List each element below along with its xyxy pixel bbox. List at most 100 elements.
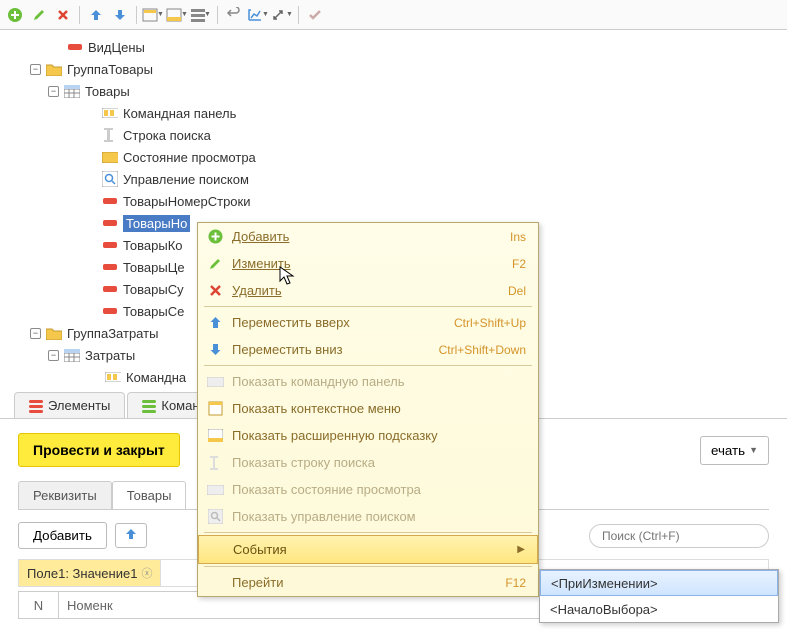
menu-show-hint[interactable]: Показать расширенную подсказку: [198, 422, 538, 449]
move-down-button[interactable]: [109, 4, 131, 26]
close-icon[interactable]: ⓧ: [141, 565, 152, 581]
add-button[interactable]: [4, 4, 26, 26]
tab-goods[interactable]: Товары: [112, 481, 187, 509]
field-icon: [67, 39, 83, 55]
arrow-up-icon: [204, 315, 226, 330]
tab-label: Элементы: [48, 398, 110, 413]
cmdpanel-icon: [204, 377, 226, 387]
tree-label: ТоварыСе: [123, 304, 184, 319]
events-submenu: <ПриИзменении> <НачалоВыбора>: [539, 569, 779, 623]
menu-show-cmdpanel[interactable]: Показать командную панель: [198, 368, 538, 395]
cmdpanel-icon: [102, 105, 118, 121]
move-up-button[interactable]: [85, 4, 107, 26]
undo-icon[interactable]: [223, 4, 245, 26]
tree-label: ТоварыНо: [123, 215, 190, 232]
graph-icon[interactable]: ▼: [247, 4, 269, 26]
tree-item[interactable]: Товары: [30, 80, 787, 102]
viewstate-icon: [204, 485, 226, 495]
tab-elements[interactable]: Элементы: [14, 392, 125, 418]
separator: [79, 6, 80, 24]
arrow-down-icon: [204, 342, 226, 357]
tree-label: Строка поиска: [123, 128, 211, 143]
search-icon: [102, 171, 118, 187]
tree-label: ТоварыЦе: [123, 260, 185, 275]
menu-events[interactable]: События▶: [198, 535, 538, 564]
tree-item[interactable]: ГруппаТовары: [30, 58, 787, 80]
move-up-button[interactable]: [115, 523, 147, 548]
list-button[interactable]: ▼: [190, 4, 212, 26]
separator: [217, 6, 218, 24]
window-button[interactable]: ▼: [166, 4, 188, 26]
tab-label: Коман: [161, 398, 199, 413]
menu-separator: [204, 566, 532, 567]
tree-item[interactable]: ТоварыНомерСтроки: [30, 190, 787, 212]
menu-show-searchline[interactable]: Показать строку поиска: [198, 449, 538, 476]
tree-label: Товары: [85, 84, 130, 99]
edit-button[interactable]: [28, 4, 50, 26]
field-icon: [102, 259, 118, 275]
tree-label: ТоварыСу: [123, 282, 184, 297]
tree-label: Управление поиском: [123, 172, 249, 187]
field-icon: [102, 237, 118, 253]
tree-label: ВидЦены: [88, 40, 145, 55]
tree-item[interactable]: ВидЦены: [30, 36, 787, 58]
context-menu: ДобавитьIns ИзменитьF2 УдалитьDel Переме…: [197, 222, 539, 597]
field-icon: [102, 193, 118, 209]
menu-move-up[interactable]: Переместить вверхCtrl+Shift+Up: [198, 309, 538, 336]
print-button[interactable]: ечать▼: [700, 436, 769, 465]
tree-item[interactable]: Состояние просмотра: [30, 146, 787, 168]
tree-item[interactable]: Управление поиском: [30, 168, 787, 190]
ctxmenu-icon: [204, 401, 226, 416]
hint-icon: [204, 429, 226, 442]
tree-item[interactable]: Командная панель: [30, 102, 787, 124]
separator: [136, 6, 137, 24]
submenu-onchange[interactable]: <ПриИзменении>: [540, 570, 778, 596]
submenu-onstartchoice[interactable]: <НачалоВыбора>: [540, 596, 778, 622]
search-input[interactable]: [589, 524, 769, 548]
main-toolbar: ▼ ▼ ▼ ▼ ▼: [0, 0, 787, 30]
edit-icon: [204, 256, 226, 271]
collapse-icon[interactable]: [48, 86, 59, 97]
expand-icon[interactable]: ▼: [271, 4, 293, 26]
cmdpanel-button[interactable]: ▼: [142, 4, 164, 26]
viewstate-icon: [102, 149, 118, 165]
collapse-icon[interactable]: [30, 64, 41, 75]
textline-icon: [204, 456, 226, 470]
folder-icon: [46, 325, 62, 341]
elements-icon: [29, 399, 43, 413]
chevron-right-icon: ▶: [517, 544, 525, 555]
add-row-button[interactable]: Добавить: [18, 522, 107, 549]
field-icon: [102, 281, 118, 297]
tree-label: ГруппаЗатраты: [67, 326, 158, 341]
delete-button[interactable]: [52, 4, 74, 26]
menu-edit[interactable]: ИзменитьF2: [198, 250, 538, 277]
collapse-icon[interactable]: [30, 328, 41, 339]
field-icon: [102, 215, 118, 231]
menu-show-viewstate[interactable]: Показать состояние просмотра: [198, 476, 538, 503]
collapse-icon[interactable]: [48, 350, 59, 361]
menu-goto[interactable]: ПерейтиF12: [198, 569, 538, 596]
search-icon: [204, 509, 226, 524]
tree-label: Затраты: [85, 348, 135, 363]
conduct-close-button[interactable]: Провести и закрыт: [18, 433, 180, 467]
check-icon[interactable]: [304, 4, 326, 26]
tree-label: ГруппаТовары: [67, 62, 153, 77]
folder-icon: [46, 61, 62, 77]
col-n[interactable]: N: [19, 592, 59, 618]
tree-item[interactable]: Строка поиска: [30, 124, 787, 146]
menu-move-down[interactable]: Переместить внизCtrl+Shift+Down: [198, 336, 538, 363]
tree-label: ТоварыКо: [123, 238, 183, 253]
menu-separator: [204, 532, 532, 533]
separator: [298, 6, 299, 24]
tree-label: Состояние просмотра: [123, 150, 256, 165]
table-icon: [64, 83, 80, 99]
menu-show-context[interactable]: Показать контекстное меню: [198, 395, 538, 422]
tab-requisites[interactable]: Реквизиты: [18, 481, 112, 509]
menu-show-searchmgmt[interactable]: Показать управление поиском: [198, 503, 538, 530]
menu-separator: [204, 365, 532, 366]
menu-add[interactable]: ДобавитьIns: [198, 223, 538, 250]
field-icon: [102, 303, 118, 319]
menu-delete[interactable]: УдалитьDel: [198, 277, 538, 304]
menu-separator: [204, 306, 532, 307]
filter-chip[interactable]: Поле1: Значение1 ⓧ: [19, 560, 161, 586]
